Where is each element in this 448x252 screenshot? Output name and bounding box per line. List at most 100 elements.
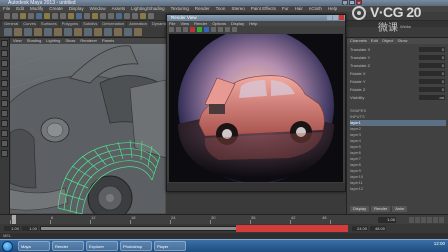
channel-value[interactable]: 0 bbox=[419, 87, 445, 92]
shelf-tool-icon[interactable] bbox=[84, 28, 92, 36]
channel-row[interactable]: Translate Y 0 bbox=[350, 55, 445, 61]
outliner-layout-icon[interactable] bbox=[1, 140, 8, 147]
blue-channel-icon[interactable] bbox=[204, 27, 209, 32]
shelf-tool-icon[interactable] bbox=[104, 28, 112, 36]
attribute-editor-icon[interactable] bbox=[132, 13, 138, 19]
viewport-menu-lighting[interactable]: Lighting bbox=[46, 38, 60, 44]
shelf-tool-icon[interactable] bbox=[74, 28, 82, 36]
channel-value[interactable]: 0 bbox=[419, 71, 445, 76]
shelf-tool-icon[interactable] bbox=[24, 28, 32, 36]
go-to-start-icon[interactable] bbox=[409, 217, 414, 223]
viewport-menu-show[interactable]: Show bbox=[65, 38, 75, 44]
move-tool-icon[interactable] bbox=[1, 70, 8, 77]
shelf-tool-icon[interactable] bbox=[14, 28, 22, 36]
select-component-icon[interactable] bbox=[52, 13, 58, 19]
mode-menu-icon[interactable] bbox=[4, 13, 10, 19]
channel-menu-channels[interactable]: Channels bbox=[350, 38, 367, 44]
render-maximize-icon[interactable] bbox=[333, 15, 338, 20]
redo-render-icon[interactable] bbox=[169, 27, 174, 32]
snap-point-icon[interactable] bbox=[76, 13, 82, 19]
rotate-tool-icon[interactable] bbox=[1, 80, 8, 87]
shelf-tool-icon[interactable] bbox=[94, 28, 102, 36]
channel-value[interactable]: 0 bbox=[419, 79, 445, 84]
taskbar-item[interactable]: Explorer bbox=[86, 241, 118, 251]
red-channel-icon[interactable] bbox=[190, 27, 195, 32]
taskbar-item[interactable]: Render bbox=[52, 241, 84, 251]
scale-tool-icon[interactable] bbox=[1, 90, 8, 97]
real-size-icon[interactable] bbox=[218, 27, 223, 32]
channel-value[interactable]: 0 bbox=[419, 63, 445, 68]
graph-layout-icon[interactable] bbox=[1, 150, 8, 157]
start-field[interactable]: 1.00 bbox=[22, 226, 38, 231]
shelf-tool-icon[interactable] bbox=[64, 28, 72, 36]
channel-value[interactable]: 0 bbox=[419, 55, 445, 60]
shelf-tool-icon[interactable] bbox=[34, 28, 42, 36]
step-back-icon[interactable] bbox=[415, 217, 420, 223]
anim-start-field[interactable]: 1.00 bbox=[4, 226, 20, 231]
ipr-icon[interactable] bbox=[176, 27, 181, 32]
layer-display-button[interactable]: Display bbox=[350, 206, 370, 212]
taskbar-item[interactable]: Player bbox=[154, 241, 186, 251]
select-object-icon[interactable] bbox=[44, 13, 50, 19]
shelf-tool-icon[interactable] bbox=[4, 28, 12, 36]
list-item[interactable]: layer12 bbox=[350, 186, 446, 192]
shelf-tool-icon[interactable] bbox=[124, 28, 132, 36]
viewport-menu-shading[interactable]: Shading bbox=[27, 38, 42, 44]
layer-anim-button[interactable]: Anim bbox=[392, 206, 408, 212]
tool-settings-icon[interactable] bbox=[140, 13, 146, 19]
channel-row[interactable]: Rotate X 0 bbox=[350, 71, 445, 77]
history-icon[interactable] bbox=[92, 13, 98, 19]
channel-menu-edit[interactable]: Edit bbox=[371, 38, 378, 44]
snap-view-icon[interactable] bbox=[84, 13, 90, 19]
end-field[interactable]: 24.00 bbox=[352, 226, 368, 231]
refresh-icon[interactable] bbox=[183, 27, 188, 32]
manipulator-icon[interactable] bbox=[1, 100, 8, 107]
last-tool-icon[interactable] bbox=[1, 110, 8, 117]
shelf-tool-icon[interactable] bbox=[54, 28, 62, 36]
channel-box-icon[interactable] bbox=[148, 13, 154, 19]
lasso-tool-icon[interactable] bbox=[1, 50, 8, 57]
snap-curve-icon[interactable] bbox=[68, 13, 74, 19]
go-to-end-icon[interactable] bbox=[439, 217, 444, 223]
render-settings-icon[interactable] bbox=[116, 13, 122, 19]
render-minimize-icon[interactable] bbox=[327, 15, 332, 20]
render-frame-icon[interactable] bbox=[100, 13, 106, 19]
render-close-icon[interactable] bbox=[339, 15, 344, 20]
range-handle[interactable] bbox=[41, 227, 241, 230]
play-forward-icon[interactable] bbox=[427, 217, 432, 223]
channel-menu-show[interactable]: Show bbox=[397, 38, 407, 44]
select-hierarchy-icon[interactable] bbox=[36, 13, 42, 19]
channel-value[interactable]: 0 bbox=[419, 47, 445, 52]
channel-row[interactable]: Rotate Z 0 bbox=[350, 87, 445, 93]
layer-render-button[interactable]: Render bbox=[371, 206, 391, 212]
alpha-channel-icon[interactable] bbox=[211, 27, 216, 32]
select-tool-icon[interactable] bbox=[1, 40, 8, 47]
paint-select-icon[interactable] bbox=[1, 60, 8, 67]
viewport-menu-view[interactable]: View bbox=[13, 38, 22, 44]
hypershade-icon[interactable] bbox=[124, 13, 130, 19]
remove-image-icon[interactable] bbox=[232, 27, 237, 32]
step-forward-icon[interactable] bbox=[433, 217, 438, 223]
snap-grid-icon[interactable] bbox=[60, 13, 66, 19]
render-view-window[interactable]: Render View File View Render Options Dis… bbox=[166, 14, 346, 192]
channel-row[interactable]: Rotate Y 0 bbox=[350, 79, 445, 85]
viewport-menu-renderer[interactable]: Renderer bbox=[80, 38, 97, 44]
taskbar-item[interactable]: Maya bbox=[18, 241, 50, 251]
current-frame-field[interactable]: 1.00 bbox=[378, 217, 396, 223]
start-button-icon[interactable] bbox=[2, 241, 13, 252]
viewport-persp[interactable]: View Shading Lighting Show Renderer Pane… bbox=[10, 38, 166, 214]
play-back-icon[interactable] bbox=[421, 217, 426, 223]
keep-image-icon[interactable] bbox=[225, 27, 230, 32]
new-scene-icon[interactable] bbox=[12, 13, 18, 19]
taskbar-item[interactable]: Photoshop bbox=[120, 241, 152, 251]
system-clock[interactable]: 12:00 bbox=[434, 241, 445, 246]
single-view-icon[interactable] bbox=[1, 120, 8, 127]
viewport-menu-panels[interactable]: Panels bbox=[102, 38, 114, 44]
shelf-tool-icon[interactable] bbox=[44, 28, 52, 36]
shelf-tool-icon[interactable] bbox=[134, 28, 142, 36]
channel-row[interactable]: Translate X 0 bbox=[350, 47, 445, 53]
green-channel-icon[interactable] bbox=[197, 27, 202, 32]
open-scene-icon[interactable] bbox=[20, 13, 26, 19]
ipr-render-icon[interactable] bbox=[108, 13, 114, 19]
channel-menu-object[interactable]: Object bbox=[382, 38, 394, 44]
